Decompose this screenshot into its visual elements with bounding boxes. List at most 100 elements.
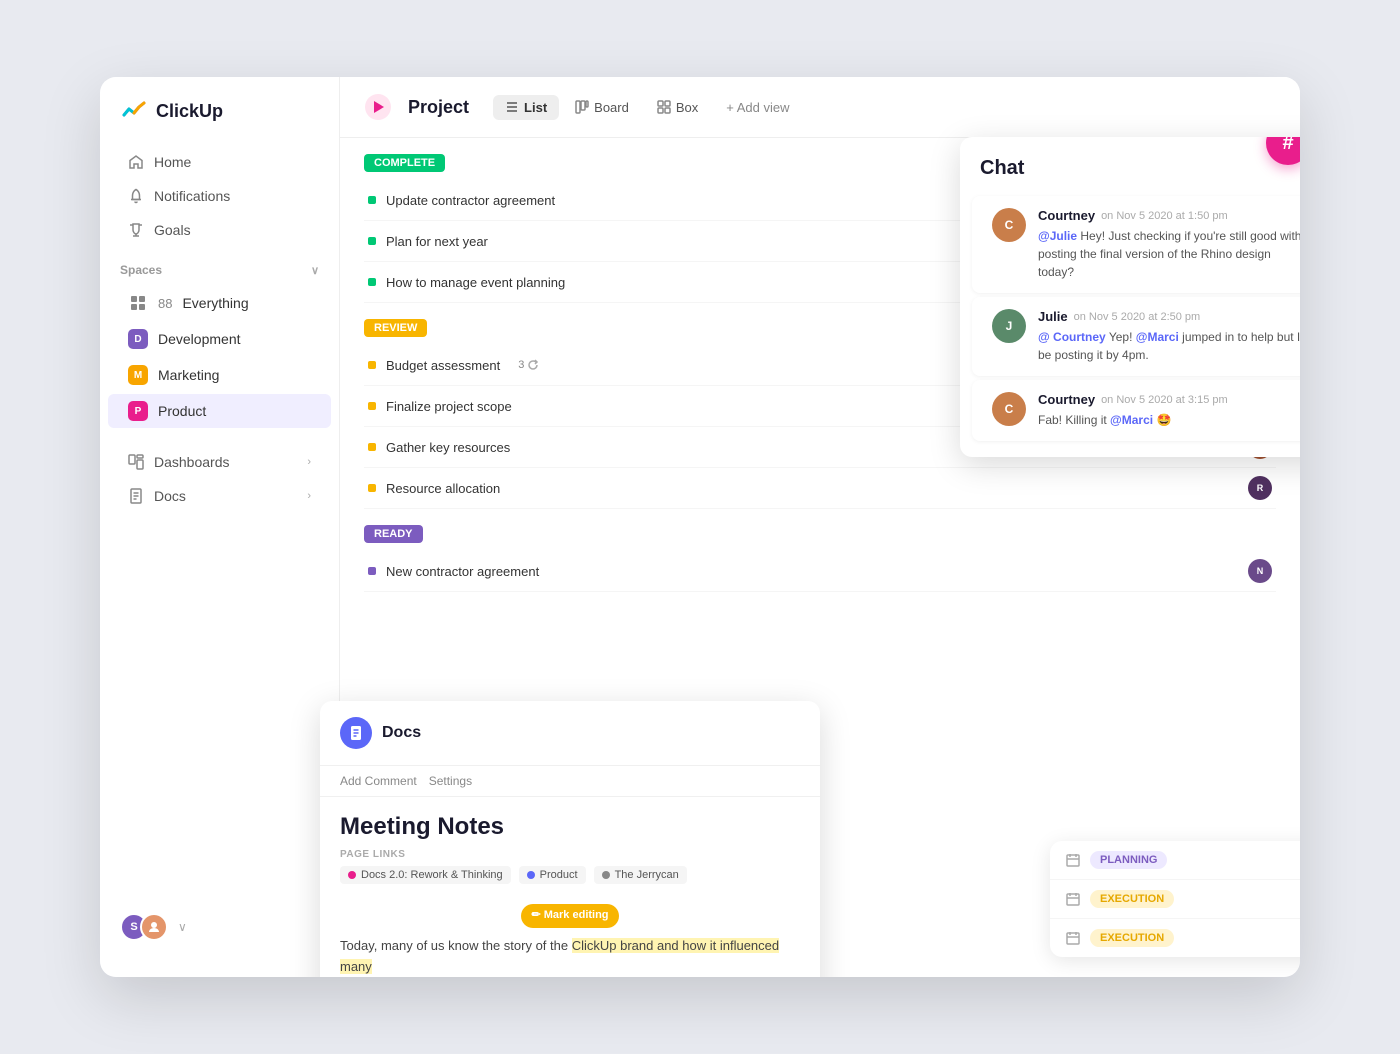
chat-meta: Julie on Nov 5 2020 at 2:50 pm bbox=[1038, 309, 1300, 324]
dashboards-icon bbox=[128, 454, 144, 470]
add-comment-button[interactable]: Add Comment bbox=[340, 774, 417, 788]
sidebar-item-development[interactable]: D Development bbox=[108, 322, 331, 356]
marketing-label: Marketing bbox=[158, 367, 219, 383]
task-name: Budget assessment bbox=[386, 358, 500, 373]
app-name: ClickUp bbox=[156, 101, 223, 122]
chat-body: 🤩 bbox=[1156, 413, 1171, 427]
user-avatar-extra bbox=[140, 913, 168, 941]
bottom-right-panel: PLANNING EXECUTION EXE bbox=[1050, 841, 1300, 957]
chat-author: Julie bbox=[1038, 309, 1068, 324]
task-left: Finalize project scope bbox=[368, 399, 512, 414]
task-dot-complete bbox=[368, 237, 376, 245]
mention: @ Courtney bbox=[1038, 330, 1106, 344]
task-left: How to manage event planning bbox=[368, 275, 565, 290]
task-name: Finalize project scope bbox=[386, 399, 512, 414]
page-link-dot bbox=[602, 871, 610, 879]
sidebar-item-notifications[interactable]: Notifications bbox=[108, 180, 331, 212]
sidebar-item-marketing[interactable]: M Marketing bbox=[108, 358, 331, 392]
sidebar-item-goals[interactable]: Goals bbox=[108, 214, 331, 246]
chat-author: Courtney bbox=[1038, 392, 1095, 407]
task-left: New contractor agreement bbox=[368, 564, 539, 579]
mention: @Marci bbox=[1136, 330, 1179, 344]
task-name: Resource allocation bbox=[386, 481, 500, 496]
spaces-chevron[interactable]: ∨ bbox=[311, 264, 319, 277]
docs-body: ✏ Mark editing Today, many of us know th… bbox=[320, 896, 820, 977]
page-link-dot bbox=[527, 871, 535, 879]
docs-title-row: Docs bbox=[340, 717, 421, 749]
mention: @Marci bbox=[1110, 413, 1153, 427]
task-dot-review bbox=[368, 361, 376, 369]
doc-icon-button[interactable] bbox=[340, 717, 372, 749]
chat-panel: # Chat C Courtney on Nov 5 2020 at 1:50 … bbox=[960, 137, 1300, 457]
product-label: Product bbox=[158, 403, 206, 419]
sidebar-item-dashboards[interactable]: Dashboards › bbox=[108, 446, 331, 478]
everything-count: 88 bbox=[158, 296, 172, 311]
refresh-icon bbox=[527, 359, 539, 371]
sidebar-item-product[interactable]: P Product bbox=[108, 394, 331, 428]
tab-board[interactable]: Board bbox=[563, 95, 641, 120]
task-left: Budget assessment 3 bbox=[368, 358, 539, 373]
badge-ready: READY bbox=[364, 525, 423, 543]
page-links-label: PAGE LINKS bbox=[320, 849, 820, 860]
user-area: S ∨ bbox=[100, 897, 339, 957]
home-icon bbox=[128, 154, 144, 170]
add-view-button[interactable]: + Add view bbox=[714, 95, 801, 120]
project-icon bbox=[364, 93, 392, 121]
docs-heading: Meeting Notes bbox=[320, 797, 820, 849]
table-row[interactable]: New contractor agreement N bbox=[364, 551, 1276, 592]
tab-box-label: Box bbox=[676, 100, 698, 115]
chat-time: on Nov 5 2020 at 3:15 pm bbox=[1101, 394, 1228, 406]
table-row[interactable]: Resource allocation R bbox=[364, 468, 1276, 509]
product-icon: P bbox=[128, 401, 148, 421]
sidebar-item-everything[interactable]: 88 Everything bbox=[108, 286, 331, 320]
page-link[interactable]: Docs 2.0: Rework & Thinking bbox=[340, 866, 511, 884]
page-link[interactable]: Product bbox=[519, 866, 586, 884]
tab-box[interactable]: Box bbox=[645, 95, 710, 120]
chat-body: Fab! Killing it bbox=[1038, 413, 1110, 427]
chat-text: @ Courtney Yep! @Marci jumped in to help… bbox=[1038, 328, 1300, 364]
mark-editing-button[interactable]: ✏ Mark editing bbox=[521, 904, 618, 928]
development-icon: D bbox=[128, 329, 148, 349]
chat-time: on Nov 5 2020 at 1:50 pm bbox=[1101, 210, 1228, 222]
task-dot-review bbox=[368, 484, 376, 492]
sidebar-item-docs[interactable]: Docs › bbox=[108, 480, 331, 512]
chat-meta: Courtney on Nov 5 2020 at 1:50 pm bbox=[1038, 208, 1300, 223]
user-menu-chevron[interactable]: ∨ bbox=[178, 920, 187, 934]
task-left: Gather key resources bbox=[368, 440, 510, 455]
page-links: Docs 2.0: Rework & Thinking Product The … bbox=[320, 860, 820, 896]
chat-text: Fab! Killing it @Marci 🤩 bbox=[1038, 411, 1300, 429]
tab-list[interactable]: List bbox=[493, 95, 559, 120]
chat-author: Courtney bbox=[1038, 208, 1095, 223]
page-link-dot bbox=[348, 871, 356, 879]
top-bar: Project List Board bbox=[340, 77, 1300, 138]
execution-badge-1: EXECUTION bbox=[1090, 890, 1174, 908]
chat-avatar: J bbox=[992, 309, 1026, 343]
chat-message: J Julie on Nov 5 2020 at 2:50 pm @ Court… bbox=[972, 297, 1300, 376]
task-dot-ready bbox=[368, 567, 376, 575]
page-link[interactable]: The Jerrycan bbox=[594, 866, 687, 884]
task-dot-review bbox=[368, 443, 376, 451]
execution-row-2: EXECUTION bbox=[1050, 919, 1300, 957]
board-icon bbox=[575, 100, 589, 114]
task-avatar: N bbox=[1248, 559, 1272, 583]
docs-icon bbox=[128, 488, 144, 504]
task-name: Plan for next year bbox=[386, 234, 488, 249]
chat-message: C Courtney on Nov 5 2020 at 3:15 pm Fab!… bbox=[972, 380, 1300, 441]
docs-panel-title: Docs bbox=[382, 724, 421, 742]
docs-paragraph: Today, many of us know the story of the … bbox=[340, 936, 800, 977]
task-name: Gather key resources bbox=[386, 440, 510, 455]
list-icon bbox=[505, 100, 519, 114]
settings-button[interactable]: Settings bbox=[429, 774, 472, 788]
docs-actions: Add Comment Settings bbox=[320, 766, 820, 797]
task-name: Update contractor agreement bbox=[386, 193, 555, 208]
task-avatar: R bbox=[1248, 476, 1272, 500]
everything-label: Everything bbox=[182, 295, 248, 311]
notifications-label: Notifications bbox=[154, 188, 230, 204]
goals-label: Goals bbox=[154, 222, 191, 238]
badge-review: REVIEW bbox=[364, 319, 427, 337]
execution-badge-2: EXECUTION bbox=[1090, 929, 1174, 947]
task-left: Update contractor agreement bbox=[368, 193, 555, 208]
chat-text: @Julie Hey! Just checking if you're stil… bbox=[1038, 227, 1300, 281]
sidebar-item-home[interactable]: Home bbox=[108, 146, 331, 178]
view-tabs: List Board Box + Add bbox=[493, 95, 801, 120]
